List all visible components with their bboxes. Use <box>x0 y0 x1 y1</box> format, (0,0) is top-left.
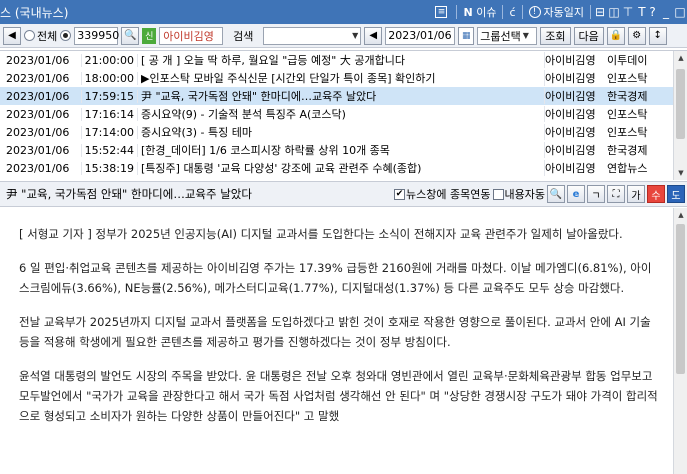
issue-button[interactable]: N 이슈 <box>459 0 500 24</box>
prev-arrow-icon[interactable]: ◀ <box>3 26 21 45</box>
stock-code-input[interactable]: 339950▼ <box>74 26 127 45</box>
pin-icon[interactable]: ⊤ <box>621 0 635 24</box>
window-split-icon[interactable]: ⊟ <box>593 0 607 24</box>
window-title: 스 (국내뉴스) <box>0 5 69 20</box>
list-scrollbar[interactable]: ▲ ▼ <box>673 51 687 180</box>
gear-icon[interactable]: ⚙ <box>627 26 646 45</box>
article-scrollbar[interactable]: ▲ <box>673 208 687 474</box>
radio-all[interactable]: 전체 <box>24 28 57 44</box>
scroll-up-icon[interactable]: ▲ <box>674 51 687 65</box>
table-row-selected[interactable]: 2023/01/06 17:59:15 尹 "교육, 국가독점 안돼" 한마디에… <box>0 87 687 105</box>
zoom-icon[interactable]: 🔍 <box>547 185 565 203</box>
maximize-icon[interactable]: □ <box>673 0 687 24</box>
help-icon[interactable]: T ? <box>635 0 659 24</box>
table-row[interactable]: 2023/01/06 18:00:00 ▶인포스탁 모바일 주식신문 [시간외 … <box>0 69 687 87</box>
window-restore-icon[interactable]: ◫ <box>607 0 621 24</box>
modify-icon[interactable]: 수 <box>647 185 665 203</box>
news-list: 2023/01/06 21:00:00 [ 공 개 ] 오늘 딱 하루, 월요일… <box>0 50 687 180</box>
download-icon[interactable]: 도 <box>667 185 685 203</box>
menu-icon: ≡ <box>435 6 448 18</box>
next-button[interactable]: 다음 <box>573 26 604 45</box>
auto-content-checkbox[interactable]: 내용자동 <box>492 186 545 202</box>
auto-log-button[interactable]: ! 자동일지 <box>525 0 588 24</box>
article-paragraph: 6 일 편입·취업교육 콘텐츠를 제공하는 아이비김영 주가는 17.39% 급… <box>19 261 652 295</box>
search-button[interactable]: 검색 <box>226 26 261 45</box>
radio-stock[interactable] <box>60 30 72 41</box>
article-header: 尹 "교육, 국가독점 안돼" 한마디에…교육주 날았다 ✔ 뉴스창에 종목연동 … <box>0 181 687 207</box>
window-menu-button[interactable]: ≡ <box>431 0 454 24</box>
scroll-thumb[interactable] <box>676 69 685 139</box>
scroll-up-icon[interactable]: ▲ <box>674 208 687 222</box>
info-icon: ! <box>528 6 541 18</box>
table-row[interactable]: 2023/01/06 15:52:44 [한경_데이터] 1/6 코스피시장 하… <box>0 141 687 159</box>
checkbox-checked-icon: ✔ <box>394 188 406 200</box>
font-up-icon[interactable]: 가 <box>627 185 645 203</box>
link-icon: ć <box>509 5 516 19</box>
scroll-down-icon[interactable]: ▼ <box>674 166 687 180</box>
font-down-icon[interactable]: ㄱ <box>587 185 605 203</box>
radio-dot <box>24 30 35 41</box>
article-paragraph: [ 서형교 기자 ] 정부가 2025년 인공지능(AI) 디지털 교과서를 도… <box>19 227 623 241</box>
auto-log-label: 자동일지 <box>543 6 584 19</box>
group-select[interactable]: 그룹선택 ▼ <box>477 26 538 45</box>
article-title: 尹 "교육, 국가독점 안돼" 한마디에…교육주 날았다 <box>6 187 252 201</box>
arrow-up-down-icon[interactable]: ↕ <box>648 26 667 45</box>
link-button[interactable]: ć <box>505 0 519 24</box>
radio-dot-selected <box>60 30 72 41</box>
stock-name-field: 아이비김영 <box>159 26 224 45</box>
search-toolbar: ◀ 전체 339950▼ 🔍 신 아이비김영 검색 ▼ ◀ 2023/01/06… <box>0 24 687 48</box>
fit-icon[interactable]: ⛶ <box>607 185 625 203</box>
news-icon: N <box>463 5 473 19</box>
chevron-down-icon: ▼ <box>522 31 529 40</box>
table-row[interactable]: 2023/01/06 15:38:19 [특징주] 대통령 '교육 다양성' 강… <box>0 159 687 177</box>
market-badge: 신 <box>142 27 157 44</box>
article-text: [ 서형교 기자 ] 정부가 2025년 인공지능(AI) 디지털 교과서를 도… <box>19 224 659 440</box>
scroll-thumb[interactable] <box>676 224 685 374</box>
keyword-input[interactable]: ▼ <box>263 26 362 45</box>
issue-label: 이슈 <box>476 6 497 19</box>
stock-search-icon[interactable]: 🔍 <box>121 26 140 45</box>
article-paragraph: 전날 교육부가 2025년까지 디지털 교과서 플랫폼을 도입하겠다고 밝힌 것… <box>19 315 651 349</box>
link-checkbox[interactable]: ✔ 뉴스창에 종목연동 <box>394 186 491 202</box>
title-bar: 스 (국내뉴스) ≡ N 이슈 ć ! 자동일지 ⊟ ◫ ⊤ T ? _ □ <box>0 0 687 24</box>
radio-all-label: 전체 <box>37 29 58 43</box>
lock-icon[interactable]: 🔒 <box>606 26 625 45</box>
table-row[interactable]: 2023/01/06 17:14:00 증시요약(3) - 특징 테마 아이비김… <box>0 123 687 141</box>
chevron-down-icon: ▼ <box>352 31 359 40</box>
article-body: [ 서형교 기자 ] 정부가 2025년 인공지능(AI) 디지털 교과서를 도… <box>0 208 687 474</box>
query-button[interactable]: 조회 <box>540 26 571 45</box>
calendar-icon[interactable]: ▦ <box>458 26 475 45</box>
date-input[interactable]: 2023/01/06 <box>385 26 456 45</box>
browser-icon[interactable]: e <box>567 185 585 203</box>
table-row[interactable]: 2023/01/06 21:00:00 [ 공 개 ] 오늘 딱 하루, 월요일… <box>0 51 687 69</box>
table-row[interactable]: 2023/01/06 17:16:14 증시요약(9) - 기술적 분석 특징주… <box>0 105 687 123</box>
prev-date-icon[interactable]: ◀ <box>364 26 383 45</box>
article-paragraph: 윤석열 대통령의 발언도 시장의 주목을 받았다. 윤 대통령은 전날 오후 청… <box>19 369 658 423</box>
minimize-icon[interactable]: _ <box>659 0 673 24</box>
checkbox-icon <box>492 188 504 200</box>
